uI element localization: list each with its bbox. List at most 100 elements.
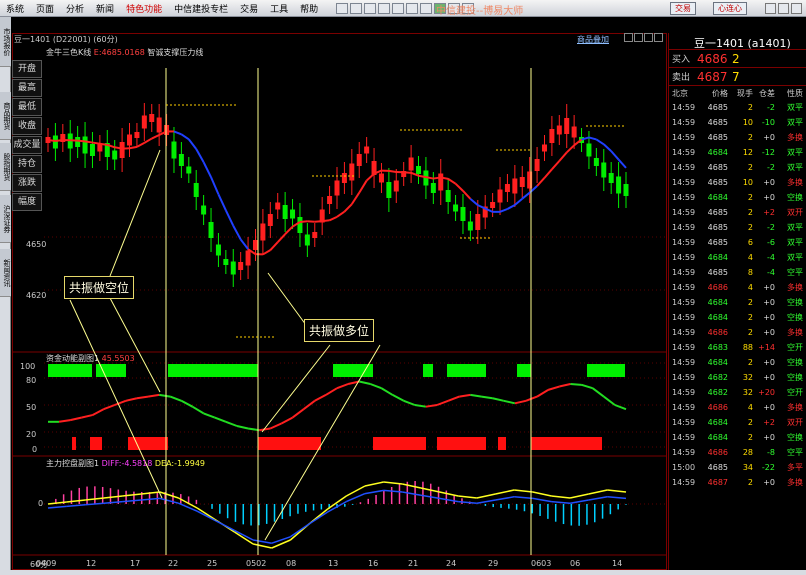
ma-segment xyxy=(617,158,627,169)
tick-nature: 空换 xyxy=(787,433,803,442)
date-tick: 17 xyxy=(130,559,141,568)
oscillator-segment xyxy=(403,399,416,406)
oscillator-segment xyxy=(81,414,93,419)
oscillator-segment xyxy=(136,395,149,400)
ma-segment xyxy=(284,226,294,235)
tick-oi-change: +20 xyxy=(758,388,775,397)
candle-body xyxy=(89,144,95,156)
date-tick: 0603 xyxy=(531,559,552,568)
tick-time: 14:59 xyxy=(672,403,696,412)
ma-segment xyxy=(143,137,153,144)
candle-body xyxy=(238,262,244,270)
oscillator-segment xyxy=(203,412,216,419)
tick-price: 4684 xyxy=(707,358,728,367)
diff-line xyxy=(551,495,571,499)
bid-qty: 2 xyxy=(732,51,740,66)
candle-body xyxy=(252,240,258,250)
dea-line xyxy=(85,502,104,506)
diff-line xyxy=(364,481,384,487)
ma-segment xyxy=(425,176,434,180)
tick-oi-change: +2 xyxy=(763,208,775,217)
signal-bar-red xyxy=(90,437,102,450)
tick-price: 4685 xyxy=(707,118,728,127)
tick-oi-change: +0 xyxy=(763,298,775,307)
tick-price: 4685 xyxy=(707,133,728,142)
oscillator-segment xyxy=(114,399,127,406)
ma-segment xyxy=(536,177,546,187)
candle-body xyxy=(52,135,58,149)
tick-volume: 28 xyxy=(742,448,753,457)
tick-row: 14:59 4685 2 -2 双平 xyxy=(669,160,806,175)
tick-volume: 2 xyxy=(747,193,753,202)
tick-volume: 4 xyxy=(747,403,753,412)
tick-time: 14:59 xyxy=(672,283,696,292)
candle-body xyxy=(445,190,451,202)
sub2-legend: 主力控盘副图1 DIFF:-4.5818 DEA:-1.9949 xyxy=(46,458,205,469)
ma-segment xyxy=(114,146,123,150)
candle-body xyxy=(556,125,562,135)
candle-body xyxy=(519,177,525,187)
tick-nature: 空平 xyxy=(787,448,803,457)
candle-body xyxy=(82,136,88,154)
date-tick: 25 xyxy=(207,559,218,568)
sub1-tick-20: 20 xyxy=(26,430,37,439)
ma-segment xyxy=(462,190,472,200)
ma-segment xyxy=(187,138,198,150)
tick-nature: 多换 xyxy=(787,478,803,487)
tick-price: 4685 xyxy=(707,103,728,112)
sub1-tick-50: 50 xyxy=(26,403,37,412)
sub2-dea: DEA:-1.9949 xyxy=(154,459,205,468)
tick-price: 4686 xyxy=(707,283,728,292)
ma-segment xyxy=(92,141,101,145)
sub1-tick-100: 100 xyxy=(20,362,36,371)
arrow-line xyxy=(267,272,307,326)
tick-volume: 32 xyxy=(742,388,753,397)
tick-nature: 双平 xyxy=(787,148,803,157)
ma-segment xyxy=(566,144,575,154)
header-nature: 性质 xyxy=(787,88,803,98)
dea-line xyxy=(588,496,608,501)
tick-nature: 双平 xyxy=(787,163,803,172)
candle-body xyxy=(593,158,599,166)
tick-nature: 多换 xyxy=(787,178,803,187)
tick-volume: 2 xyxy=(747,133,753,142)
dea-line xyxy=(47,505,67,509)
header-time: 北京 xyxy=(672,88,688,98)
tick-oi-change: +2 xyxy=(763,418,775,427)
ma-segment xyxy=(350,192,361,205)
tick-price: 4684 xyxy=(707,433,728,442)
candle-body xyxy=(112,150,118,160)
candle-body xyxy=(416,166,422,174)
tick-oi-change: -2 xyxy=(767,223,775,232)
candle-body xyxy=(349,163,355,181)
price-tick-4650: 4650 xyxy=(26,240,47,249)
ma-segment xyxy=(322,219,330,223)
tick-oi-change: -12 xyxy=(761,148,775,157)
tick-nature: 空开 xyxy=(787,388,803,397)
bid-label: 买入 xyxy=(672,55,691,65)
tick-oi-change: -10 xyxy=(761,118,775,127)
tick-nature: 空开 xyxy=(787,343,803,352)
tick-oi-change: -4 xyxy=(767,268,775,277)
ma-segment xyxy=(358,180,368,194)
ma-segment xyxy=(195,148,205,163)
dea-line xyxy=(66,504,86,508)
oscillator-segment xyxy=(180,399,193,408)
tick-oi-change: +14 xyxy=(758,343,775,352)
candle-body xyxy=(504,184,510,192)
oscillator-segment xyxy=(236,425,249,430)
tick-oi-change: -22 xyxy=(761,463,775,472)
sub2-title: 主力控盘副图1 xyxy=(46,459,100,468)
ask-row: 卖出 4687 7 xyxy=(669,68,806,86)
diff-line xyxy=(476,493,496,499)
ma-segment xyxy=(77,139,86,143)
tick-volume: 2 xyxy=(747,223,753,232)
annotation-short-signal: 共振做空位 xyxy=(64,276,135,299)
tick-table-header: 北京 价格 现手 仓差 性质 xyxy=(669,86,806,100)
candle-body xyxy=(215,244,221,256)
tick-volume: 10 xyxy=(742,178,753,187)
tick-row: 14:59 4685 6 -6 双平 xyxy=(669,235,806,250)
tick-nature: 空换 xyxy=(787,313,803,322)
tick-oi-change: +0 xyxy=(763,178,775,187)
diff-line xyxy=(514,489,533,493)
